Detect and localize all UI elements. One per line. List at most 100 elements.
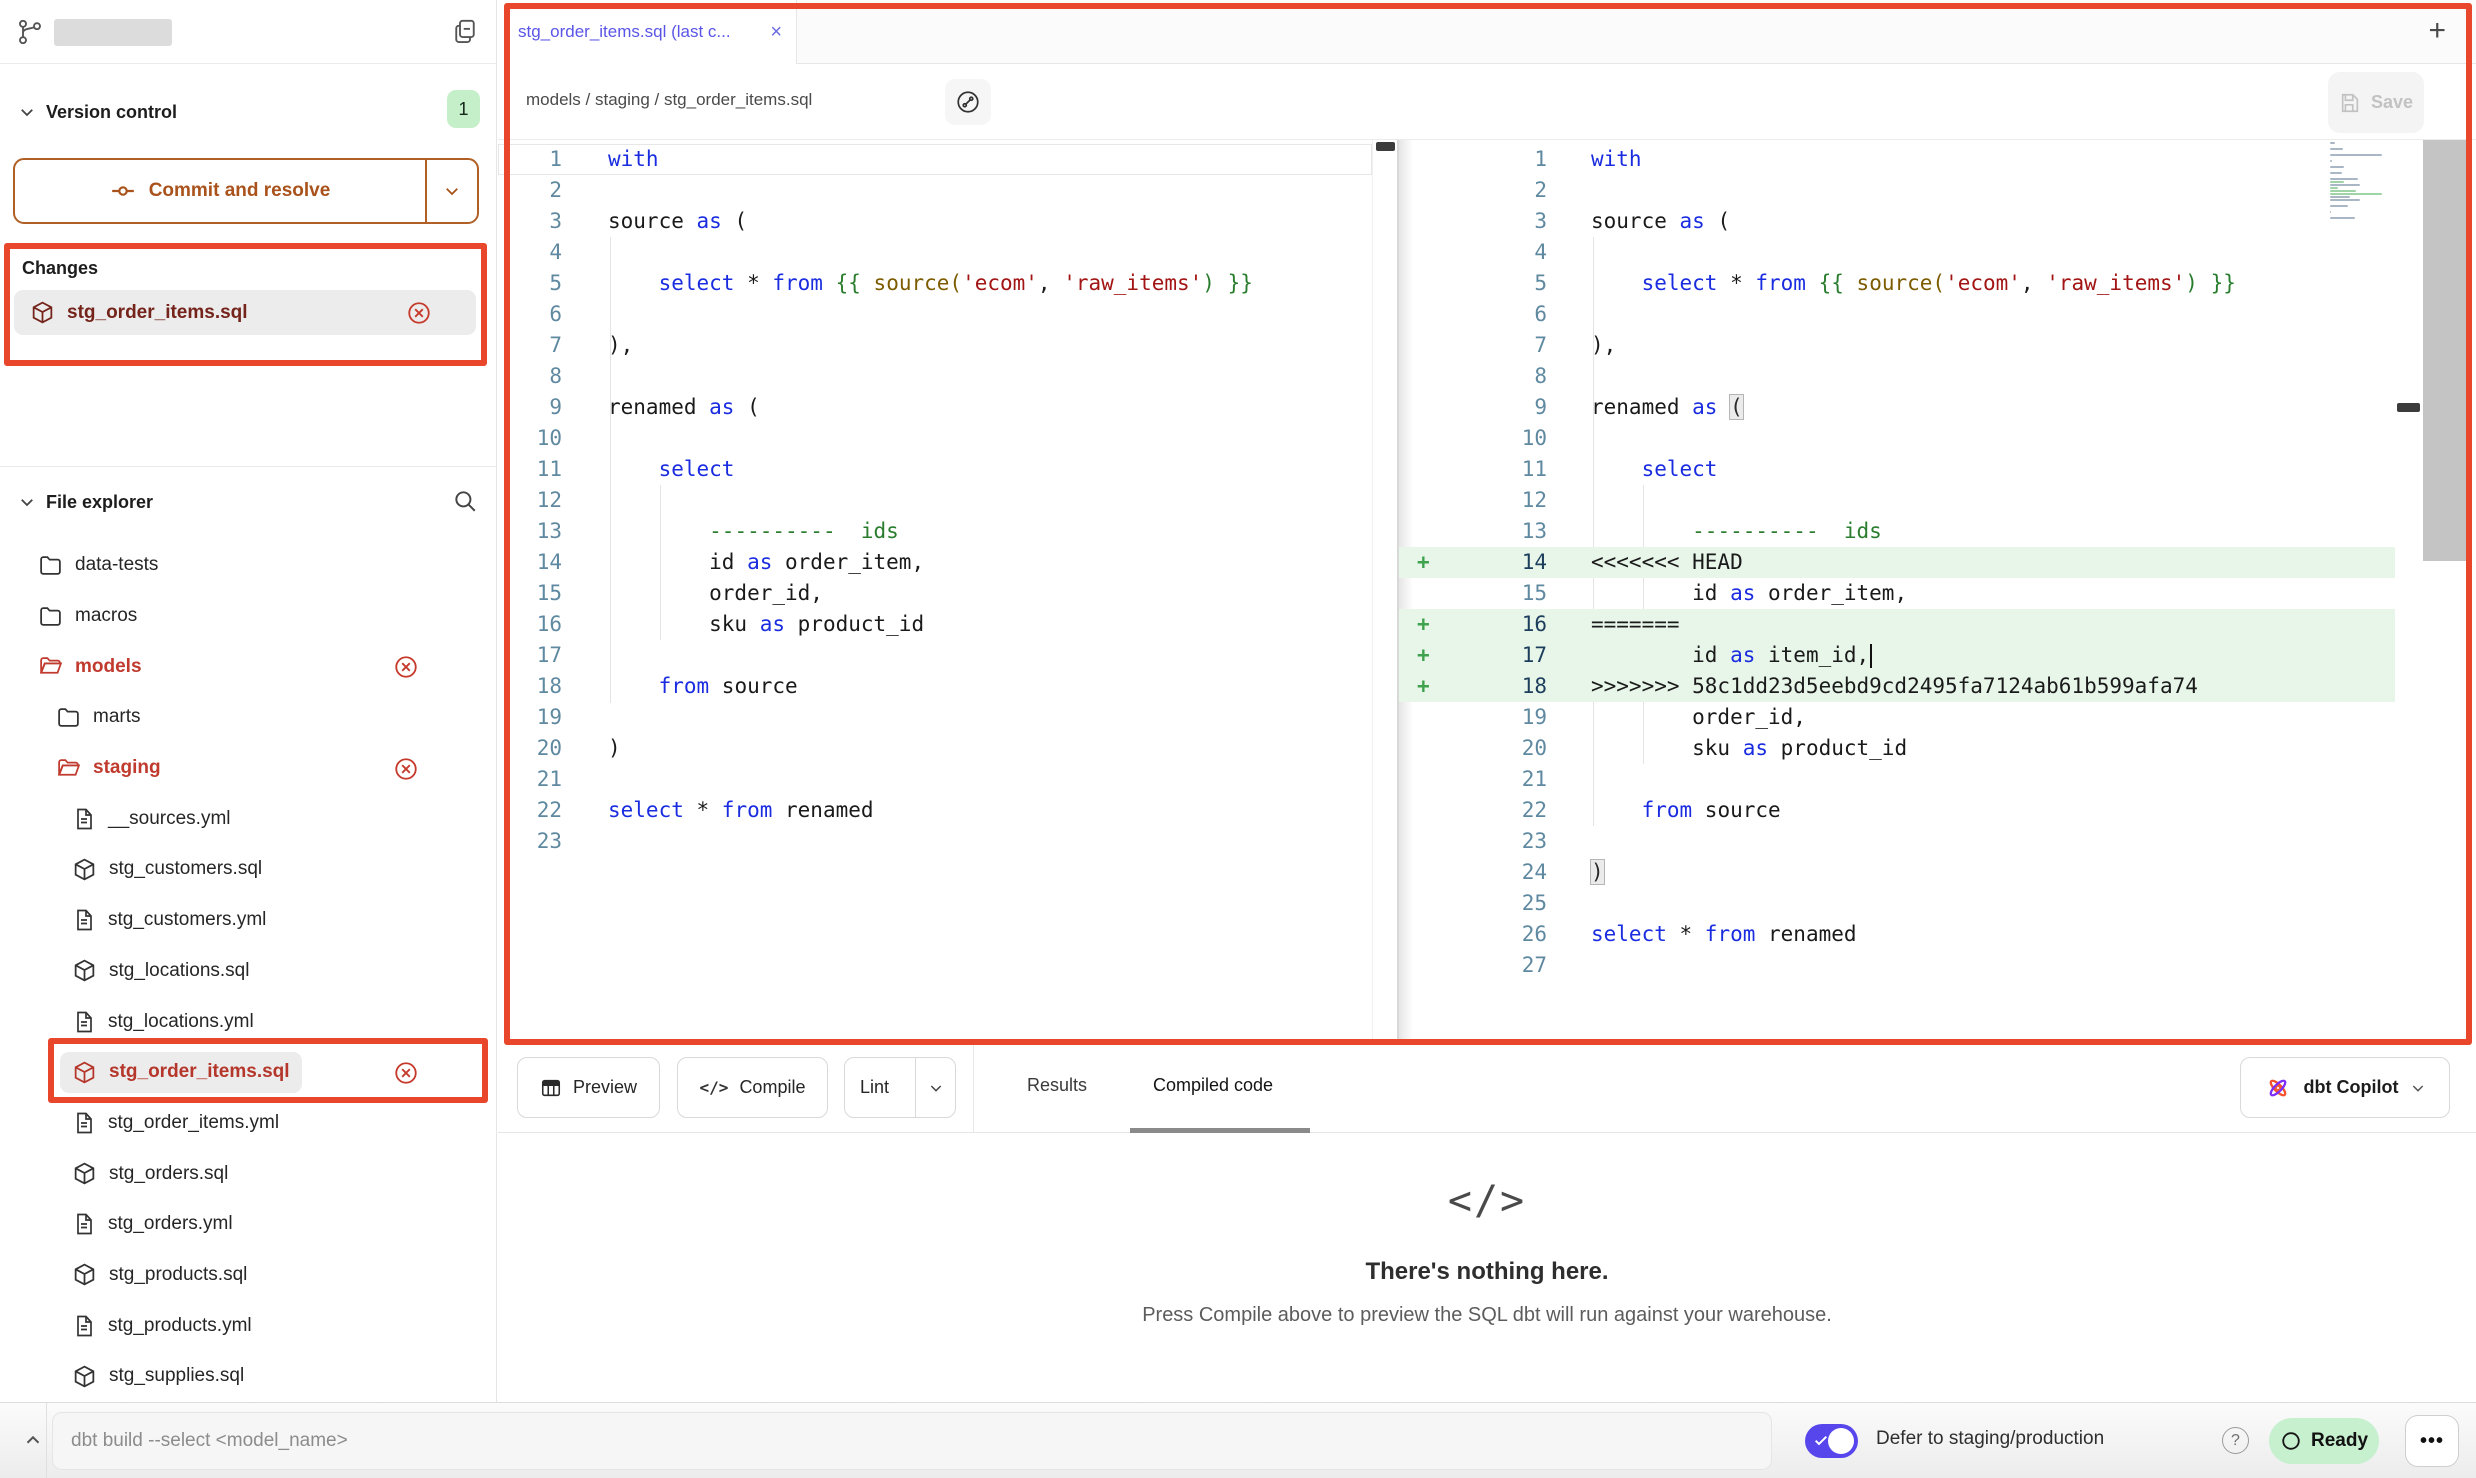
file-tree-item-stg-customers-yml[interactable]: stg_customers.yml bbox=[0, 895, 495, 946]
file-tree-item-data-tests[interactable]: data-tests bbox=[0, 540, 495, 591]
code-line[interactable]: 6 bbox=[1399, 299, 2395, 330]
code-line[interactable]: 20 sku as product_id bbox=[1399, 733, 2395, 764]
discard-change-icon[interactable] bbox=[393, 654, 419, 680]
minimap-slider[interactable] bbox=[2423, 140, 2471, 561]
help-icon[interactable]: ? bbox=[2222, 1427, 2249, 1454]
code-line[interactable]: 4 bbox=[498, 237, 1372, 268]
tab-stg-order-items[interactable]: stg_order_items.sql (last c... × bbox=[498, 0, 797, 64]
file-tree-item-marts[interactable]: marts bbox=[0, 692, 495, 743]
code-line[interactable]: 2 bbox=[1399, 175, 2395, 206]
lint-button[interactable]: Lint bbox=[844, 1057, 956, 1118]
code-line[interactable]: 22 from source bbox=[1399, 795, 2395, 826]
file-tree-item-stg-locations-sql[interactable]: stg_locations.sql bbox=[0, 946, 495, 997]
file-tree-item-stg-supplies-sql[interactable]: stg_supplies.sql bbox=[0, 1351, 495, 1402]
code-line[interactable]: 18 from source bbox=[498, 671, 1372, 702]
search-icon[interactable] bbox=[452, 488, 478, 514]
code-line[interactable]: 7), bbox=[498, 330, 1372, 361]
code-line[interactable]: 22select * from renamed bbox=[498, 795, 1372, 826]
left-scrollbar[interactable] bbox=[1372, 140, 1397, 1045]
code-line[interactable]: 12 bbox=[498, 485, 1372, 516]
code-line[interactable]: 6 bbox=[498, 299, 1372, 330]
more-options-button[interactable]: ••• bbox=[2405, 1415, 2459, 1467]
code-line[interactable]: 23 bbox=[498, 826, 1372, 857]
right-scrollbar[interactable] bbox=[2395, 140, 2422, 1045]
code-line[interactable]: +16======= bbox=[1399, 609, 2395, 640]
file-tree-item-stg-products-sql[interactable]: stg_products.sql bbox=[0, 1250, 495, 1301]
code-line[interactable]: 12 bbox=[1399, 485, 2395, 516]
file-tree-item-models[interactable]: models bbox=[0, 641, 495, 692]
file-tree-item-stg-customers-sql[interactable]: stg_customers.sql bbox=[0, 844, 495, 895]
code-line[interactable]: 19 bbox=[498, 702, 1372, 733]
code-line[interactable]: 15 order_id, bbox=[498, 578, 1372, 609]
file-tree-item-staging[interactable]: staging bbox=[0, 743, 495, 794]
code-line[interactable]: 13 ---------- ids bbox=[1399, 516, 2395, 547]
code-line[interactable]: 10 bbox=[498, 423, 1372, 454]
code-line[interactable]: 27 bbox=[1399, 950, 2395, 981]
code-line[interactable]: 4 bbox=[1399, 237, 2395, 268]
file-tree-item--sources-yml[interactable]: __sources.yml bbox=[0, 793, 495, 844]
commit-options-chevron[interactable] bbox=[425, 160, 477, 222]
discard-change-icon[interactable] bbox=[393, 756, 419, 782]
code-line[interactable]: 21 bbox=[498, 764, 1372, 795]
new-tab-button[interactable]: + bbox=[2428, 14, 2446, 48]
code-line[interactable]: +14<<<<<<< HEAD bbox=[1399, 547, 2395, 578]
code-line[interactable]: 11 select bbox=[1399, 454, 2395, 485]
tab-compiled-code[interactable]: Compiled code bbox=[1153, 1075, 1273, 1096]
code-line[interactable]: 3source as ( bbox=[498, 206, 1372, 237]
tab-results[interactable]: Results bbox=[1027, 1075, 1087, 1096]
status-ready-badge[interactable]: Ready bbox=[2269, 1418, 2379, 1464]
code-line[interactable]: 15 id as order_item, bbox=[1399, 578, 2395, 609]
dbt-copilot-button[interactable]: dbt Copilot bbox=[2240, 1057, 2450, 1118]
code-line[interactable]: 8 bbox=[1399, 361, 2395, 392]
expand-command-icon[interactable] bbox=[22, 1429, 44, 1451]
file-tree-item-stg-orders-yml[interactable]: stg_orders.yml bbox=[0, 1199, 495, 1250]
code-line[interactable]: 9renamed as ( bbox=[498, 392, 1372, 423]
code-line[interactable]: 10 bbox=[1399, 423, 2395, 454]
code-line[interactable]: 20) bbox=[498, 733, 1372, 764]
tab-close-icon[interactable]: × bbox=[770, 21, 782, 44]
code-line[interactable]: 5 select * from {{ source('ecom', 'raw_i… bbox=[1399, 268, 2395, 299]
file-explorer-header[interactable]: File explorer bbox=[0, 482, 496, 522]
minimap[interactable] bbox=[2330, 142, 2386, 223]
code-line[interactable]: 11 select bbox=[498, 454, 1372, 485]
code-line[interactable]: 7), bbox=[1399, 330, 2395, 361]
discard-change-icon[interactable] bbox=[393, 1060, 419, 1086]
code-line[interactable]: 1with bbox=[1399, 144, 2395, 175]
code-line[interactable]: 8 bbox=[498, 361, 1372, 392]
code-line[interactable]: 3source as ( bbox=[1399, 206, 2395, 237]
lineage-button[interactable] bbox=[945, 79, 991, 125]
copy-files-icon[interactable] bbox=[450, 17, 480, 47]
preview-button[interactable]: Preview bbox=[517, 1057, 660, 1118]
version-control-header[interactable]: Version control bbox=[0, 92, 496, 132]
code-line[interactable]: 23 bbox=[1399, 826, 2395, 857]
save-button[interactable]: Save bbox=[2328, 72, 2424, 133]
command-input[interactable]: dbt build --select <model_name> bbox=[52, 1412, 1772, 1470]
code-line[interactable]: 2 bbox=[498, 175, 1372, 206]
discard-change-icon[interactable] bbox=[406, 300, 432, 326]
defer-toggle[interactable] bbox=[1805, 1424, 1858, 1458]
file-tree-item-stg-order-items-yml[interactable]: stg_order_items.yml bbox=[0, 1098, 495, 1149]
compile-button[interactable]: </> Compile bbox=[677, 1057, 828, 1118]
code-line[interactable]: 26select * from renamed bbox=[1399, 919, 2395, 950]
file-tree-item-macros[interactable]: macros bbox=[0, 591, 495, 642]
right-scrollbar-thumb[interactable] bbox=[2397, 403, 2420, 412]
code-line[interactable]: 24) bbox=[1399, 857, 2395, 888]
code-line[interactable]: 13 ---------- ids bbox=[498, 516, 1372, 547]
left-scrollbar-thumb[interactable] bbox=[1376, 142, 1395, 151]
code-line[interactable]: 19 order_id, bbox=[1399, 702, 2395, 733]
code-line[interactable]: 17 bbox=[498, 640, 1372, 671]
code-line[interactable]: 14 id as order_item, bbox=[498, 547, 1372, 578]
code-line[interactable]: +17 id as item_id, bbox=[1399, 640, 2395, 671]
lint-options-chevron[interactable] bbox=[915, 1058, 955, 1117]
code-line[interactable]: 16 sku as product_id bbox=[498, 609, 1372, 640]
code-line[interactable]: 1with bbox=[498, 144, 1372, 175]
code-line[interactable]: +18>>>>>>> 58c1dd23d5eebd9cd2495fa7124ab… bbox=[1399, 671, 2395, 702]
file-tree-item-stg-locations-yml[interactable]: stg_locations.yml bbox=[0, 996, 495, 1047]
code-line[interactable]: 21 bbox=[1399, 764, 2395, 795]
file-tree-item-stg-orders-sql[interactable]: stg_orders.sql bbox=[0, 1148, 495, 1199]
file-tree-item-stg-order-items-sql[interactable]: stg_order_items.sql bbox=[0, 1047, 495, 1098]
code-line[interactable]: 25 bbox=[1399, 888, 2395, 919]
commit-and-resolve-button[interactable]: Commit and resolve bbox=[13, 158, 479, 224]
file-tree-item-stg-products-yml[interactable]: stg_products.yml bbox=[0, 1300, 495, 1351]
changed-file-row[interactable]: stg_order_items.sql bbox=[14, 290, 476, 335]
